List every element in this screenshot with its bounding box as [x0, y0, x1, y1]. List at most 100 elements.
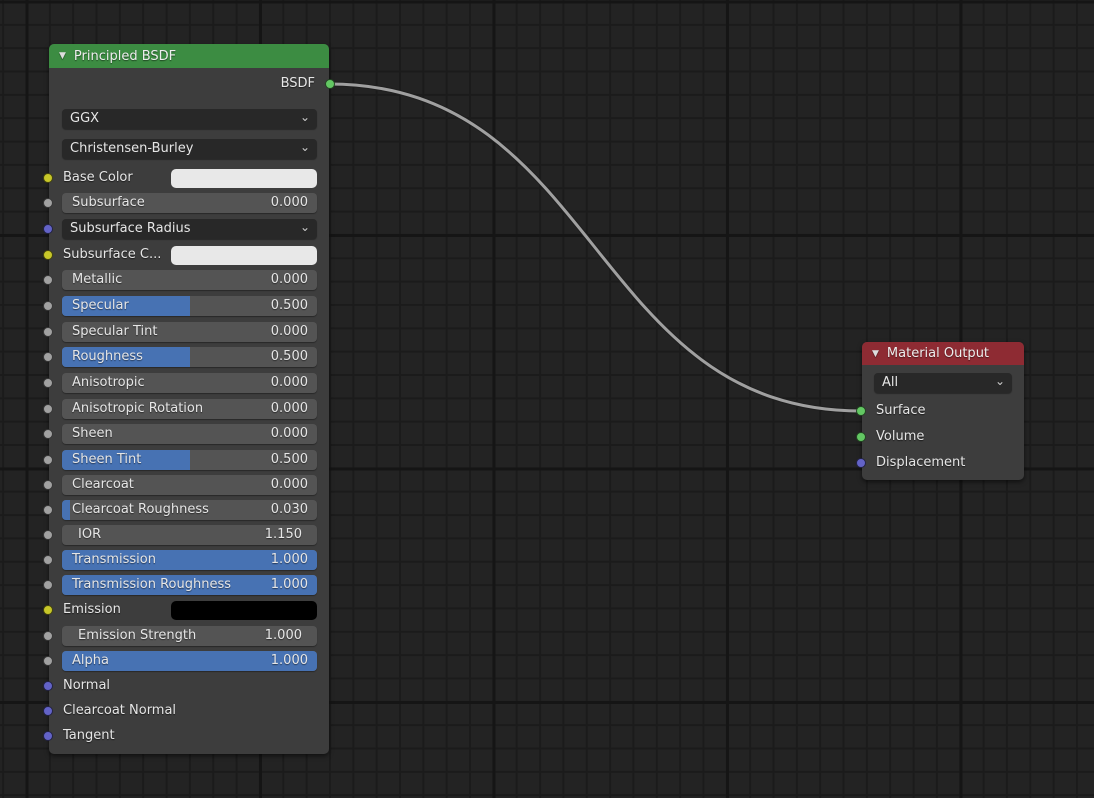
distribution-dropdown[interactable]: GGX ⌄ — [62, 109, 317, 129]
slider-field[interactable]: Transmission Roughness 1.000 — [62, 575, 317, 595]
input-socket[interactable] — [43, 530, 53, 540]
slider-field[interactable]: Anisotropic 0.000 — [62, 373, 317, 393]
field-value: 0.000 — [270, 426, 308, 441]
field-label: Sheen — [72, 426, 113, 441]
field-value: 1.000 — [264, 628, 302, 643]
input-row: Transmission 1.000 — [43, 549, 329, 571]
input-socket[interactable] — [43, 555, 53, 565]
number-field[interactable]: IOR 1.150 — [62, 525, 317, 545]
input-label: Tangent — [63, 728, 115, 743]
node-editor-canvas[interactable]: ▼ Principled BSDF BSDF GGX ⌄ Christensen… — [0, 0, 1094, 798]
input-row: Specular 0.500 — [43, 295, 329, 317]
input-socket[interactable] — [43, 681, 53, 691]
input-socket[interactable] — [43, 404, 53, 414]
chevron-down-icon: ⌄ — [299, 220, 310, 234]
input-label: Displacement — [876, 455, 966, 470]
input-socket[interactable] — [43, 731, 53, 741]
input-row: Metallic 0.000 — [43, 269, 329, 291]
input-socket[interactable] — [43, 327, 53, 337]
color-swatch[interactable] — [171, 246, 317, 265]
collapse-icon[interactable]: ▼ — [59, 51, 66, 61]
input-label: Clearcoat Normal — [63, 703, 177, 718]
dropdown-value: Christensen-Burley — [70, 141, 194, 156]
node-header[interactable]: ▼ Material Output — [862, 342, 1024, 365]
input-socket[interactable] — [43, 352, 53, 362]
input-socket[interactable] — [43, 173, 53, 183]
input-socket[interactable] — [43, 605, 53, 615]
input-socket[interactable] — [43, 656, 53, 666]
input-socket[interactable] — [43, 505, 53, 515]
input-socket[interactable] — [43, 224, 53, 234]
subsurface-method-dropdown[interactable]: Christensen-Burley ⌄ — [62, 139, 317, 159]
input-row: Transmission Roughness 1.000 — [43, 574, 329, 596]
input-row: Emission Strength 1.000 — [43, 625, 329, 647]
slider-field[interactable]: Sheen 0.000 — [62, 424, 317, 444]
color-swatch[interactable] — [171, 601, 317, 620]
field-label: Anisotropic — [72, 375, 145, 390]
field-value: 0.500 — [270, 349, 308, 364]
field-value: 0.000 — [270, 324, 308, 339]
slider-field[interactable]: Subsurface 0.000 — [62, 193, 317, 213]
input-row: Volume — [856, 426, 1024, 448]
input-row: Normal — [43, 675, 329, 697]
slider-field[interactable]: Anisotropic Rotation 0.000 — [62, 399, 317, 419]
input-socket[interactable] — [856, 406, 866, 416]
input-socket[interactable] — [43, 455, 53, 465]
field-label: Specular Tint — [72, 324, 158, 339]
vector-dropdown[interactable]: Subsurface Radius ⌄ — [62, 219, 317, 239]
subsurface-method-row: Christensen-Burley ⌄ — [49, 138, 329, 160]
node-header[interactable]: ▼ Principled BSDF — [49, 44, 329, 68]
principled-bsdf-node[interactable]: ▼ Principled BSDF BSDF GGX ⌄ Christensen… — [43, 44, 335, 754]
slider-field[interactable]: Clearcoat Roughness 0.030 — [62, 500, 317, 520]
input-socket[interactable] — [43, 429, 53, 439]
dropdown-value: All — [882, 375, 899, 390]
input-label: Surface — [876, 403, 926, 418]
field-label: Emission Strength — [78, 628, 197, 643]
slider-field[interactable]: Roughness 0.500 — [62, 347, 317, 367]
input-socket[interactable] — [856, 458, 866, 468]
field-label: Alpha — [72, 653, 109, 668]
input-socket[interactable] — [43, 301, 53, 311]
slider-field[interactable]: Metallic 0.000 — [62, 270, 317, 290]
field-label: Sheen Tint — [72, 452, 142, 467]
input-socket[interactable] — [43, 580, 53, 590]
input-row: Clearcoat 0.000 — [43, 474, 329, 496]
input-label: Normal — [63, 678, 111, 693]
field-value: 0.500 — [270, 452, 308, 467]
input-socket[interactable] — [43, 250, 53, 260]
input-row: Displacement — [856, 452, 1024, 474]
input-socket[interactable] — [43, 706, 53, 716]
input-socket[interactable] — [43, 198, 53, 208]
slider-fill — [62, 500, 70, 520]
field-value: 1.000 — [270, 653, 308, 668]
target-dropdown[interactable]: All ⌄ — [874, 373, 1012, 393]
target-row: All ⌄ — [862, 372, 1024, 394]
slider-field[interactable]: Specular Tint 0.000 — [62, 322, 317, 342]
input-socket[interactable] — [43, 631, 53, 641]
output-socket-bsdf[interactable] — [325, 79, 335, 89]
input-socket[interactable] — [43, 480, 53, 490]
chevron-down-icon: ⌄ — [299, 140, 310, 154]
color-swatch[interactable] — [171, 169, 317, 188]
field-value: 0.000 — [270, 272, 308, 287]
input-socket[interactable] — [43, 275, 53, 285]
slider-field[interactable]: Sheen Tint 0.500 — [62, 450, 317, 470]
input-row: Emission — [43, 599, 329, 621]
field-value: 0.500 — [270, 298, 308, 313]
slider-field[interactable]: Alpha 1.000 — [62, 651, 317, 671]
material-output-node[interactable]: ▼ Material Output All ⌄ Surface Volume Dis… — [856, 342, 1024, 480]
input-row: Subsurface 0.000 — [43, 192, 329, 214]
input-socket[interactable] — [43, 378, 53, 388]
slider-field[interactable]: Clearcoat 0.000 — [62, 475, 317, 495]
input-label: Volume — [876, 429, 925, 444]
collapse-icon[interactable]: ▼ — [872, 349, 879, 359]
slider-field[interactable]: Transmission 1.000 — [62, 550, 317, 570]
field-label: Clearcoat Roughness — [72, 502, 209, 517]
input-row: Alpha 1.000 — [43, 650, 329, 672]
input-row: Sheen 0.000 — [43, 423, 329, 445]
input-socket[interactable] — [856, 432, 866, 442]
slider-field[interactable]: Specular 0.500 — [62, 296, 317, 316]
field-label: Metallic — [72, 272, 123, 287]
field-value: 1.150 — [264, 527, 302, 542]
number-field[interactable]: Emission Strength 1.000 — [62, 626, 317, 646]
